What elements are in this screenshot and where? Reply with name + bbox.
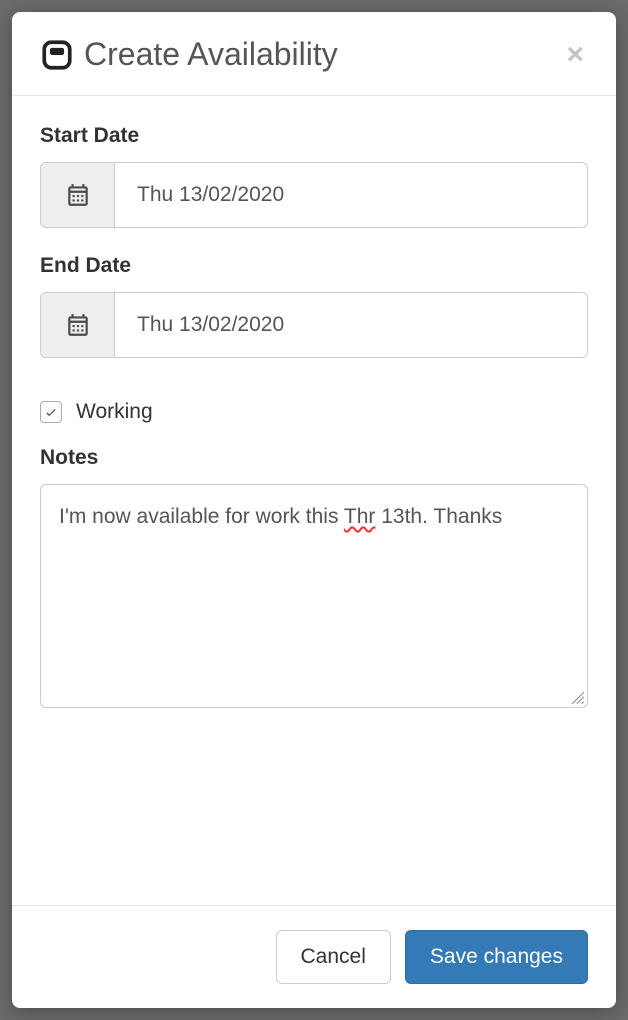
end-date-input-group [40, 292, 588, 358]
modal-title-wrap: Create Availability [40, 36, 338, 73]
create-availability-modal: Create Availability × Start Date End Dat… [12, 12, 616, 1008]
notes-label: Notes [40, 446, 588, 470]
close-icon: × [566, 38, 584, 71]
modal-title: Create Availability [84, 36, 338, 73]
end-date-group: End Date [40, 254, 588, 358]
start-date-group: Start Date [40, 124, 588, 228]
modal-footer: Cancel Save changes [12, 905, 616, 1008]
spell-error: Thr [344, 505, 376, 528]
modal-body: Start Date End Date [12, 96, 616, 905]
calendar-icon [65, 312, 91, 338]
close-button[interactable]: × [562, 40, 588, 70]
modal-header: Create Availability × [12, 12, 616, 96]
end-date-label: End Date [40, 254, 588, 278]
calendar-addon[interactable] [41, 163, 115, 227]
notes-textarea[interactable]: I'm now available for work this Thr 13th… [40, 484, 588, 708]
start-date-input[interactable] [115, 163, 587, 227]
save-button[interactable]: Save changes [405, 930, 588, 984]
cancel-button[interactable]: Cancel [276, 930, 391, 984]
calendar-icon [65, 182, 91, 208]
notes-group: Notes I'm now available for work this Th… [40, 446, 588, 708]
working-checkbox-group: Working [40, 400, 588, 424]
resize-handle-icon [571, 691, 585, 705]
check-icon [44, 405, 58, 419]
availability-icon [40, 38, 74, 72]
start-date-input-group [40, 162, 588, 228]
start-date-label: Start Date [40, 124, 588, 148]
working-label: Working [76, 400, 153, 424]
end-date-input[interactable] [115, 293, 587, 357]
working-checkbox[interactable] [40, 401, 62, 423]
calendar-addon[interactable] [41, 293, 115, 357]
